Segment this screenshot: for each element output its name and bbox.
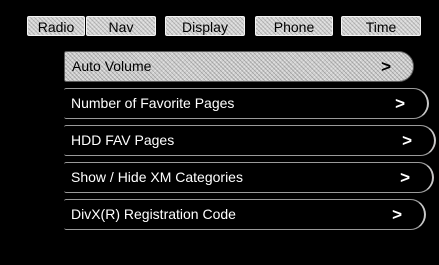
- menu-item-divx-registration-code[interactable]: DivX(R) Registration Code >: [64, 199, 426, 230]
- menu-item-label: Auto Volume: [72, 58, 152, 74]
- tab-radio[interactable]: Radio: [26, 15, 86, 37]
- menu-item-label: DivX(R) Registration Code: [71, 206, 236, 222]
- tab-time[interactable]: Time: [340, 15, 422, 37]
- menu-item-show-hide-xm-categories[interactable]: Show / Hide XM Categories >: [64, 162, 434, 193]
- chevron-right-icon: >: [381, 57, 391, 76]
- menu-item-auto-volume[interactable]: Auto Volume >: [64, 51, 414, 82]
- chevron-right-icon: >: [392, 205, 402, 224]
- menu-item-number-of-favorite-pages[interactable]: Number of Favorite Pages >: [64, 88, 429, 119]
- settings-screen: Radio Nav Display Phone Time Auto Volume…: [0, 0, 439, 265]
- tab-phone[interactable]: Phone: [254, 15, 334, 37]
- tab-bar: Radio Nav Display Phone Time: [26, 15, 439, 41]
- chevron-right-icon: >: [400, 168, 410, 187]
- tab-display[interactable]: Display: [164, 15, 246, 37]
- menu-item-label: Show / Hide XM Categories: [71, 169, 243, 185]
- menu-item-hdd-fav-pages[interactable]: HDD FAV Pages >: [64, 125, 436, 156]
- menu-item-label: Number of Favorite Pages: [71, 95, 235, 111]
- menu-item-label: HDD FAV Pages: [71, 132, 175, 148]
- tab-nav[interactable]: Nav: [85, 15, 157, 37]
- chevron-right-icon: >: [395, 94, 405, 113]
- chevron-right-icon: >: [402, 131, 412, 150]
